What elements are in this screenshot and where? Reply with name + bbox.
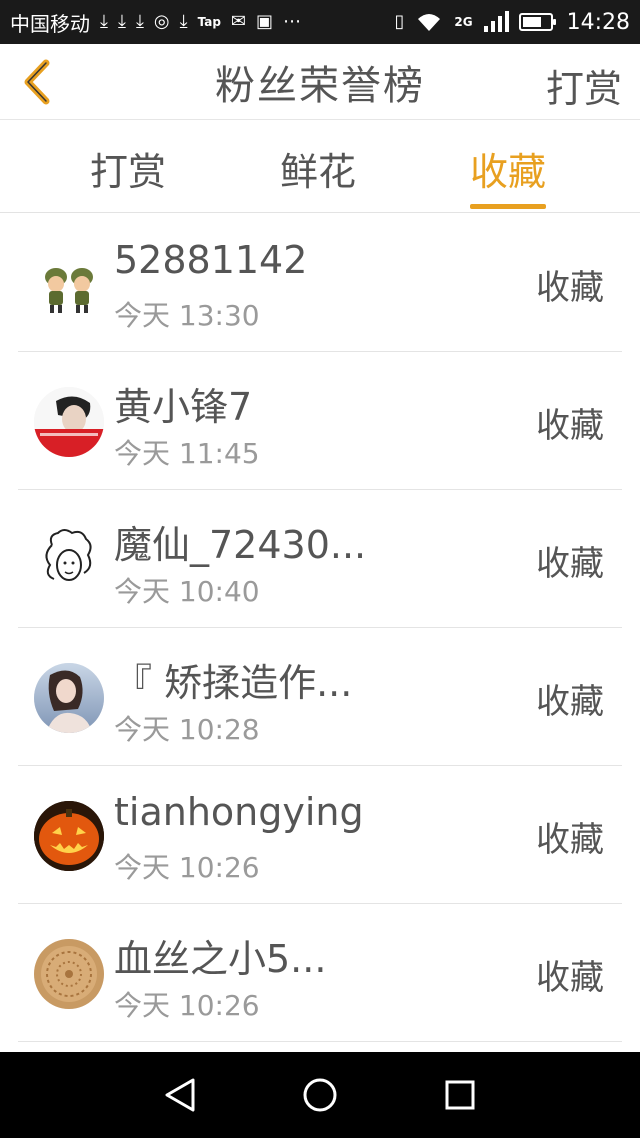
- fan-action: 收藏: [536, 268, 604, 308]
- fan-time: 今天 10:28: [114, 713, 260, 746]
- wechat-icon: ✉: [230, 11, 247, 32]
- list-item[interactable]: 52881142 今天 13:30 收藏: [18, 214, 622, 352]
- vibrate-icon: ▯: [394, 11, 405, 32]
- camera-app-icon: ◎: [153, 11, 170, 32]
- fan-time: 今天 10:26: [114, 851, 260, 884]
- fan-list: 52881142 今天 13:30 收藏 黄小锋7 今天 11:45 收藏 魔仙…: [0, 214, 640, 1042]
- fan-name: 魔仙_72430...: [114, 523, 367, 567]
- list-item[interactable]: 黄小锋7 今天 11:45 收藏: [18, 352, 622, 490]
- signal-icon: [483, 11, 509, 33]
- nav-home-button[interactable]: [290, 1065, 350, 1125]
- battery-icon: [518, 13, 556, 31]
- reward-button[interactable]: 打赏: [546, 58, 622, 113]
- fan-action: 收藏: [536, 958, 604, 998]
- cookie-avatar: [34, 939, 104, 1009]
- chevron-left-icon: [24, 59, 50, 105]
- download-icon: ⤓: [179, 11, 188, 32]
- soldier-dolls-avatar: [34, 249, 104, 319]
- triangle-back-icon: [165, 1078, 195, 1112]
- fan-name: 『 矫揉造作...: [114, 661, 353, 705]
- tab-bar: 打赏 鲜花 收藏: [0, 121, 640, 213]
- fan-action: 收藏: [536, 682, 604, 722]
- pumpkin-avatar: [34, 801, 104, 871]
- wifi-icon: [414, 11, 444, 33]
- fan-name: 52881142: [114, 238, 308, 282]
- fan-time: 今天 10:40: [114, 575, 260, 608]
- fan-name: tianhongying: [114, 790, 364, 834]
- fan-time: 今天 13:30: [114, 299, 260, 332]
- square-recents-icon: [445, 1080, 475, 1110]
- tab-reward[interactable]: 打赏: [90, 141, 166, 213]
- nav-recents-button[interactable]: [430, 1065, 490, 1125]
- fan-action: 收藏: [536, 406, 604, 446]
- fan-action: 收藏: [536, 820, 604, 860]
- portrait-avatar: [34, 387, 104, 457]
- sketch-face-avatar: [34, 525, 104, 595]
- more-icon: ⋯: [283, 11, 302, 32]
- download-icon: ⤓: [135, 11, 144, 32]
- download-icon: ⤓: [117, 11, 126, 32]
- active-tab-indicator: [470, 204, 547, 209]
- fan-time: 今天 11:45: [114, 437, 260, 470]
- list-item[interactable]: 『 矫揉造作... 今天 10:28 收藏: [18, 628, 622, 766]
- page-title: 粉丝荣誉榜: [215, 62, 425, 109]
- fan-name: 黄小锋7: [114, 385, 253, 429]
- network-type-label: 2G: [454, 15, 473, 29]
- circle-home-icon: [303, 1078, 337, 1112]
- tap-app-icon: Tap: [197, 15, 221, 29]
- clock: 14:28: [566, 9, 630, 35]
- tab-flowers[interactable]: 鲜花: [280, 141, 356, 213]
- header: 粉丝荣誉榜 打赏: [0, 44, 640, 120]
- image-icon: ▣: [256, 11, 274, 32]
- fan-action: 收藏: [536, 544, 604, 584]
- tab-favorites[interactable]: 收藏: [470, 141, 547, 213]
- fan-name: 血丝之小5...: [114, 937, 327, 981]
- back-button[interactable]: [14, 56, 58, 108]
- navigation-bar: [0, 1052, 640, 1138]
- status-bar: 中国移动 ⤓ ⤓ ⤓ ◎ ⤓ Tap ✉ ▣ ⋯ ▯ 2G 14:28: [0, 0, 640, 44]
- download-icon: ⤓: [100, 11, 108, 32]
- list-item[interactable]: 魔仙_72430... 今天 10:40 收藏: [18, 490, 622, 628]
- list-item[interactable]: 血丝之小5... 今天 10:26 收藏: [18, 904, 622, 1042]
- girl-photo-avatar: [34, 663, 104, 733]
- carrier-label: 中国移动: [10, 11, 90, 36]
- nav-back-button[interactable]: [150, 1065, 210, 1125]
- list-item[interactable]: tianhongying 今天 10:26 收藏: [18, 766, 622, 904]
- fan-time: 今天 10:26: [114, 989, 260, 1022]
